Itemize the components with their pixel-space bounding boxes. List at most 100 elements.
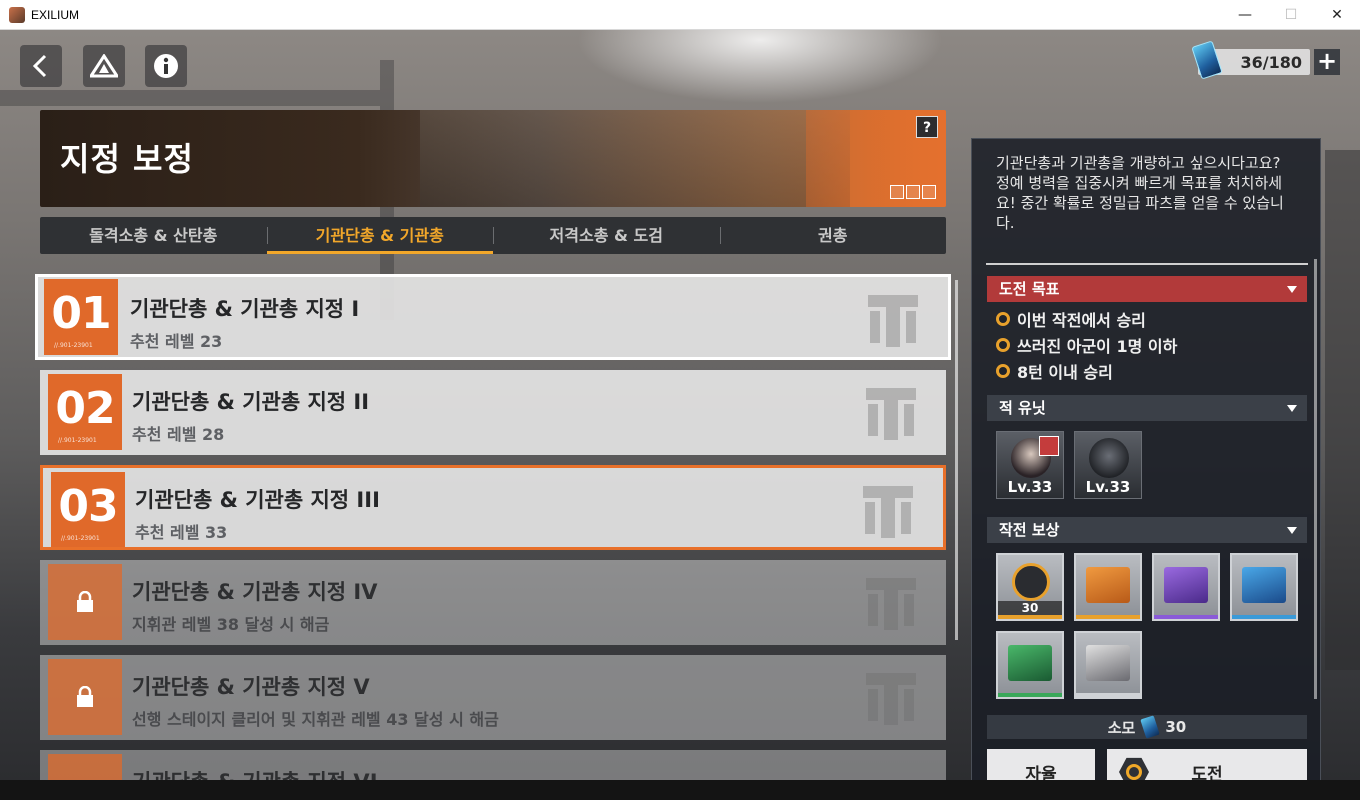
stage-emblem-icon	[866, 388, 916, 440]
reward-supply-box[interactable]	[1074, 631, 1142, 699]
reward-blue-crate[interactable]	[1230, 553, 1298, 621]
window-bottom-edge	[0, 780, 1360, 800]
stage-number: 02 //.901-23901	[48, 374, 122, 450]
info-button[interactable]	[145, 45, 187, 87]
window-titlebar: EXILIUM — ☐ ✕	[0, 0, 1360, 30]
stage-list-scrollbar[interactable]	[955, 280, 958, 640]
stage-description: 기관단총과 기관총을 개량하고 싶으시다고요? 정예 병력을 집중시켜 빠르게 …	[996, 154, 1284, 232]
help-button[interactable]: ?	[916, 116, 938, 138]
stage-number-code: //.901-23901	[58, 437, 97, 444]
objective-text: 8턴 이내 승리	[1017, 363, 1113, 382]
collapse-triangle-icon	[1287, 405, 1297, 412]
elite-badge-icon	[1039, 436, 1059, 456]
home-triangle-icon	[90, 54, 118, 78]
stage-number: 01 //.901-23901	[44, 279, 118, 355]
rarity-stripe	[1076, 615, 1140, 619]
stage-number-text: 03	[58, 481, 118, 532]
reward-orange-crate[interactable]	[1074, 553, 1142, 621]
page-title: 지정 보정	[60, 140, 194, 178]
tab-sniper-blade[interactable]: 저격소총 & 도검	[493, 217, 720, 254]
stage-lock	[48, 754, 122, 780]
tab-smg-mg[interactable]: 기관단총 & 기관총	[266, 217, 494, 254]
stage-emblem-icon	[866, 673, 916, 725]
stage-name: 기관단총 & 기관총 지정 III	[135, 488, 380, 512]
mark-icon	[922, 185, 936, 199]
stage-number-code: //.901-23901	[61, 535, 100, 542]
orange-crate-icon	[1086, 567, 1130, 603]
weapon-tabs: 돌격소총 & 산탄총 기관단총 & 기관총 저격소총 & 도검 권총	[40, 217, 946, 254]
stage-unlock-condition: 선행 스테이지 클리어 및 지휘관 레벨 43 달성 시 해금	[132, 710, 499, 729]
reward-quantity: 30	[998, 601, 1062, 615]
background-scaffold	[1325, 150, 1360, 670]
enemy-level: Lv.33	[1085, 478, 1131, 496]
stage-lock	[48, 564, 122, 640]
stamina-cost: 소모 30	[987, 715, 1307, 739]
stage-item-4-locked[interactable]: 기관단총 & 기관총 지정 IV 지휘관 레벨 38 달성 시 해금	[40, 560, 946, 645]
rarity-stripe	[1232, 615, 1296, 619]
enemies-header[interactable]: 적 유닛	[987, 395, 1307, 421]
stamina-add-button[interactable]: +	[1314, 49, 1340, 75]
cost-label: 소모	[1107, 718, 1136, 737]
green-crate-icon	[1008, 645, 1052, 681]
back-button[interactable]	[20, 45, 62, 87]
objectives-header[interactable]: 도전 목표	[987, 276, 1307, 302]
supply-box-icon	[1086, 645, 1130, 681]
maximize-button[interactable]: ☐	[1268, 0, 1314, 30]
stage-name: 기관단총 & 기관총 지정 I	[130, 297, 360, 321]
rarity-stripe	[998, 693, 1062, 697]
info-icon	[154, 54, 178, 78]
page-banner: 지정 보정 ?	[40, 110, 946, 207]
objective-hex-icon	[996, 364, 1010, 378]
collapse-triangle-icon	[1287, 527, 1297, 534]
window-controls: — ☐ ✕	[1222, 0, 1360, 30]
home-button[interactable]	[83, 45, 125, 87]
stage-recommended-level: 추천 레벨 33	[135, 523, 228, 542]
rewards-header[interactable]: 작전 보상	[987, 517, 1307, 543]
enemy-level: Lv.33	[1007, 478, 1053, 496]
tab-pistol[interactable]: 권총	[719, 217, 947, 254]
stage-number: 03 //.901-23901	[51, 472, 125, 547]
close-button[interactable]: ✕	[1314, 0, 1360, 30]
stage-emblem-icon	[868, 295, 918, 347]
start-button[interactable]: 도전	[1107, 749, 1307, 780]
purple-crate-icon	[1164, 567, 1208, 603]
objectives-header-label: 도전 목표	[999, 280, 1060, 298]
stage-item-3-selected[interactable]: 03 //.901-23901 기관단총 & 기관총 지정 III 추천 레벨 3…	[40, 465, 946, 550]
reward-green-crate[interactable]	[996, 631, 1064, 699]
stage-name: 기관단총 & 기관총 지정 II	[132, 390, 370, 414]
enemies-header-label: 적 유닛	[999, 399, 1046, 417]
background-girder	[0, 90, 380, 106]
enemy-card[interactable]: Lv.33	[996, 431, 1064, 499]
enemy-portrait	[1089, 438, 1129, 478]
stamina-chip-icon	[1191, 40, 1223, 80]
stamina-chip-icon	[1140, 715, 1161, 739]
reward-medal[interactable]: 30	[996, 553, 1064, 621]
mark-icon	[890, 185, 904, 199]
start-button-label: 도전	[1191, 764, 1223, 781]
minimize-button[interactable]: —	[1222, 0, 1268, 30]
blue-crate-icon	[1242, 567, 1286, 603]
rarity-stripe	[1076, 693, 1140, 697]
stage-number-text: 01	[51, 288, 111, 339]
stage-emblem-icon	[863, 486, 913, 538]
reward-purple-crate[interactable]	[1152, 553, 1220, 621]
stage-item-2[interactable]: 02 //.901-23901 기관단총 & 기관총 지정 II 추천 레벨 28	[40, 370, 946, 455]
stage-name: 기관단총 & 기관총 지정 V	[132, 675, 370, 699]
stage-item-5-locked[interactable]: 기관단총 & 기관총 지정 V 선행 스테이지 클리어 및 지휘관 레벨 43 …	[40, 655, 946, 740]
panel-scrollbar[interactable]	[1314, 259, 1317, 699]
stage-item-1[interactable]: 01 //.901-23901 기관단총 & 기관총 지정 I 추천 레벨 23	[35, 274, 951, 360]
back-arrow-icon	[32, 54, 47, 78]
enemy-card[interactable]: Lv.33	[1074, 431, 1142, 499]
stage-item-6-locked[interactable]: 기관단총 & 기관총 지정 VI	[40, 750, 946, 780]
game-viewport: 36/180 + 지정 보정 ? 돌격소총 & 산탄총 기관단총 & 기관총 저…	[0, 30, 1360, 780]
stage-lock	[48, 659, 122, 735]
objective-text: 쓰러진 아군이 1명 이하	[1017, 337, 1178, 356]
collapse-triangle-icon	[1287, 286, 1297, 293]
tab-ar-shotgun[interactable]: 돌격소총 & 산탄총	[40, 217, 267, 254]
auto-button[interactable]: 자율	[987, 749, 1095, 780]
stage-recommended-level: 추천 레벨 28	[132, 425, 225, 444]
stamina-box: 36/180	[1191, 40, 1310, 80]
stage-detail-panel: 기관단총과 기관총을 개량하고 싶으시다고요? 정예 병력을 집중시켜 빠르게 …	[971, 138, 1321, 780]
cost-value: 30	[1165, 718, 1187, 736]
objective-item: 8턴 이내 승리	[996, 359, 1113, 383]
